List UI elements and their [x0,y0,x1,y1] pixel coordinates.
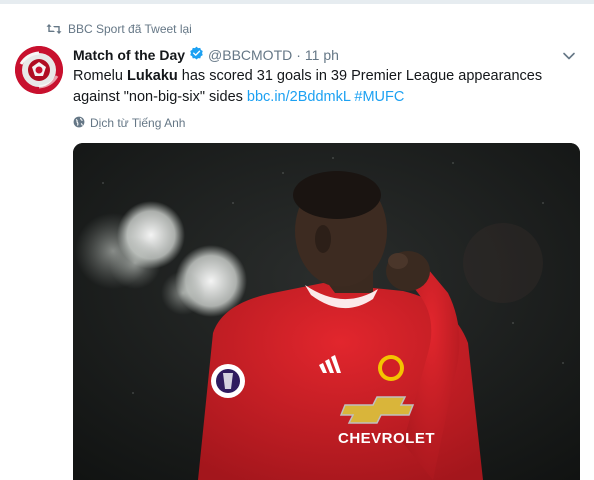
retweet-icon [46,23,62,35]
sponsor-text: CHEVROLET [338,430,435,447]
translate-label: Dịch từ Tiếng Anh [90,116,186,130]
tweet-text-bold-name: Lukaku [127,68,178,84]
avatar[interactable] [15,46,63,94]
author-handle[interactable]: @BBCMOTD [208,47,292,63]
globe-icon [73,116,85,131]
chevron-down-icon[interactable] [562,49,576,63]
translate-tweet[interactable]: Dịch từ Tiếng Anh [73,115,185,131]
tweet-media-photo[interactable]: CHEVROLET [73,143,580,480]
tweet-timestamp[interactable]: 11 ph [305,47,339,63]
tweet-text-part: Romelu [73,68,127,84]
tweet-text: Romelu Lukaku has scored 31 goals in 39 … [73,66,573,108]
hashtag-link[interactable]: #MUFC [354,89,404,105]
tweet-link[interactable]: bbc.in/2BddmkL [247,89,350,105]
retweet-context[interactable]: BBC Sport đã Tweet lại [46,21,192,37]
retweet-context-text: BBC Sport đã Tweet lại [68,22,192,36]
timeline-divider [0,0,594,4]
author-name[interactable]: Match of the Day [73,47,185,63]
header-separator: · [296,47,301,63]
tweet-header: Match of the Day @BBCMOTD · 11 ph [73,45,576,65]
verified-badge-icon [189,46,204,64]
